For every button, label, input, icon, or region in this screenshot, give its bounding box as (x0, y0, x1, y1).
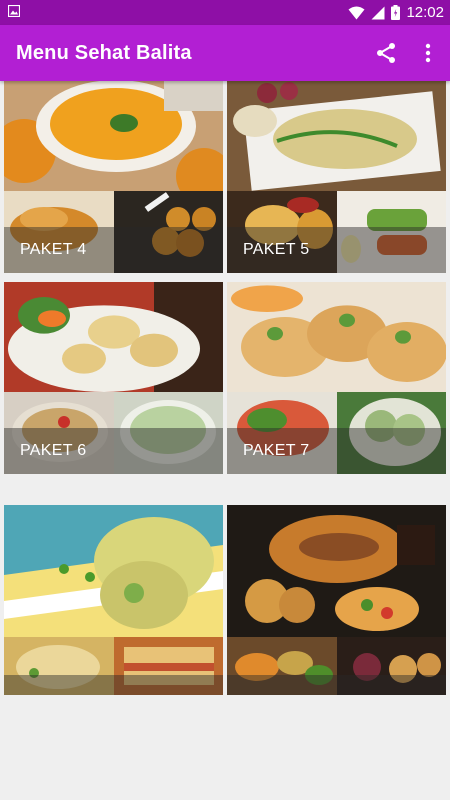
package-card[interactable]: PAKET 7 (227, 282, 446, 474)
soup-photo (4, 81, 223, 191)
package-card[interactable]: PAKET 5 (227, 81, 446, 273)
noodle-photo (227, 81, 446, 191)
package-card[interactable]: PAKET 6 (4, 282, 223, 474)
grilled-fish-photo (227, 505, 446, 637)
caption-overlay (227, 675, 446, 695)
more-vert-icon[interactable] (418, 41, 438, 65)
package-label: PAKET 4 (20, 241, 87, 258)
package-label: PAKET 6 (20, 442, 87, 459)
caption-overlay (4, 675, 223, 695)
app-title: Menu Sehat Balita (16, 42, 192, 64)
package-label: PAKET 5 (243, 241, 310, 258)
signal-icon (371, 6, 385, 19)
package-grid: PAKET 4 PAKET 5 PAKET 6 PAKET 7 (0, 81, 450, 695)
omelet-roll-photo (4, 282, 223, 392)
package-label: PAKET 7 (243, 442, 310, 459)
package-card[interactable] (4, 505, 223, 695)
dumpling-photo (227, 282, 446, 392)
package-card[interactable] (227, 505, 446, 695)
wifi-icon (348, 6, 365, 19)
status-time: 12:02 (406, 4, 444, 21)
status-bar: 12:02 (0, 0, 450, 25)
share-icon[interactable] (374, 41, 398, 65)
status-icons: 12:02 (348, 3, 444, 22)
roll-cake-photo (4, 505, 223, 637)
package-card[interactable]: PAKET 4 (4, 81, 223, 273)
image-notification-icon (8, 5, 20, 17)
app-bar: Menu Sehat Balita (0, 25, 450, 81)
battery-icon (391, 5, 401, 20)
